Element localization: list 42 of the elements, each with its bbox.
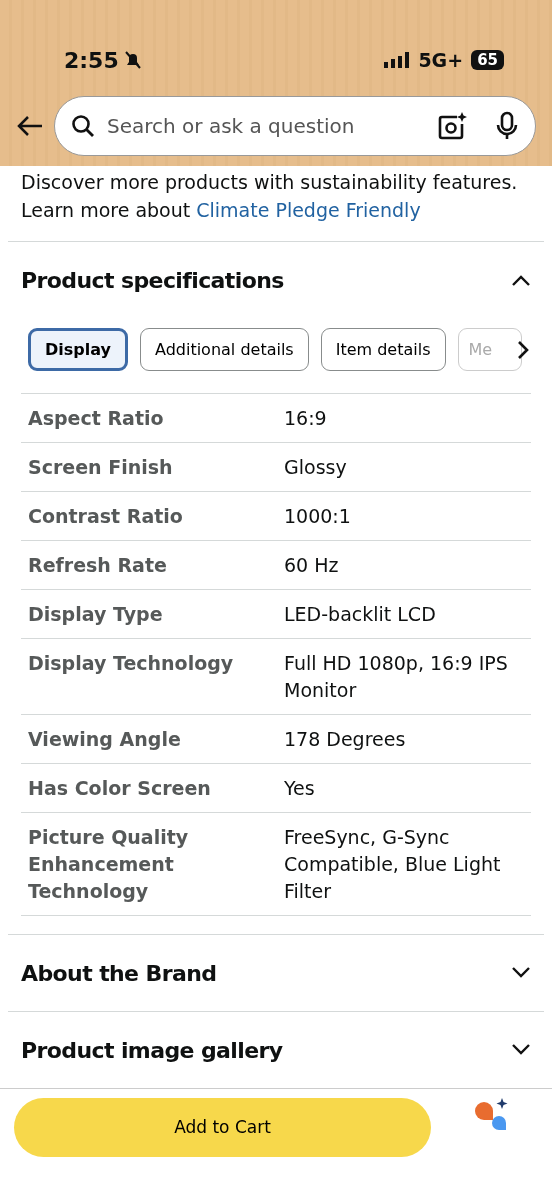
- spec-label: Screen Finish: [28, 455, 174, 480]
- status-time: 2:55: [64, 46, 119, 75]
- spec-value: 16:9: [284, 406, 328, 431]
- spec-tab[interactable]: Display: [28, 328, 128, 371]
- expand-chevron-icon[interactable]: [511, 1044, 531, 1056]
- spec-tab[interactable]: Additional details: [139, 328, 309, 371]
- section-heading: About the Brand: [21, 959, 217, 988]
- search-icon: [71, 114, 95, 138]
- spec-value: FreeSync, G-Sync Compatible, Blue Light Filter: [284, 825, 502, 904]
- microphone-icon[interactable]: [495, 111, 519, 141]
- spec-label: Refresh Rate: [28, 553, 168, 578]
- spec-label: Display Technology: [28, 651, 235, 676]
- signal-icon: [384, 52, 411, 68]
- back-arrow-icon[interactable]: [16, 115, 44, 137]
- add-to-cart-button[interactable]: Add to Cart: [14, 1098, 431, 1157]
- sustainability-text: Learn more about: [21, 199, 192, 221]
- spec-label: Viewing Angle: [28, 727, 182, 752]
- camera-icon[interactable]: [437, 112, 467, 140]
- spec-value: Yes: [284, 776, 316, 801]
- muted-bell-icon: [122, 50, 143, 70]
- spec-value: 60 Hz: [284, 553, 340, 578]
- spec-value: Full HD 1080p, 16:9 IPS Monitor: [284, 651, 509, 703]
- spec-value: LED-backlit LCD: [284, 602, 437, 627]
- section-heading: Product specifications: [21, 266, 284, 295]
- spec-tab[interactable]: Item details: [320, 328, 446, 371]
- next-chevron-icon[interactable]: [517, 340, 529, 360]
- search-bar[interactable]: Search or ask a question: [54, 96, 536, 156]
- spec-label: Contrast Ratio: [28, 504, 184, 529]
- spec-label: Picture Quality Enhancement Technology: [28, 825, 190, 904]
- section-heading: Product image gallery: [21, 1036, 283, 1065]
- spec-value: Glossy: [284, 455, 348, 480]
- network-label: 5G+: [418, 47, 464, 73]
- spec-label: Aspect Ratio: [28, 406, 165, 431]
- battery-indicator: 65: [471, 50, 504, 70]
- spec-value: 1000:1: [284, 504, 352, 529]
- sustainability-text: Discover more products with sustainability features.: [21, 170, 519, 195]
- spec-label: Has Color Screen: [28, 776, 212, 801]
- spec-label: Display Type: [28, 602, 164, 627]
- climate-pledge-link[interactable]: Climate Pledge Friendly: [196, 199, 421, 221]
- expand-chevron-icon[interactable]: [511, 967, 531, 979]
- spec-value: 178 Degrees: [284, 727, 407, 752]
- collapse-chevron-icon[interactable]: [511, 274, 531, 286]
